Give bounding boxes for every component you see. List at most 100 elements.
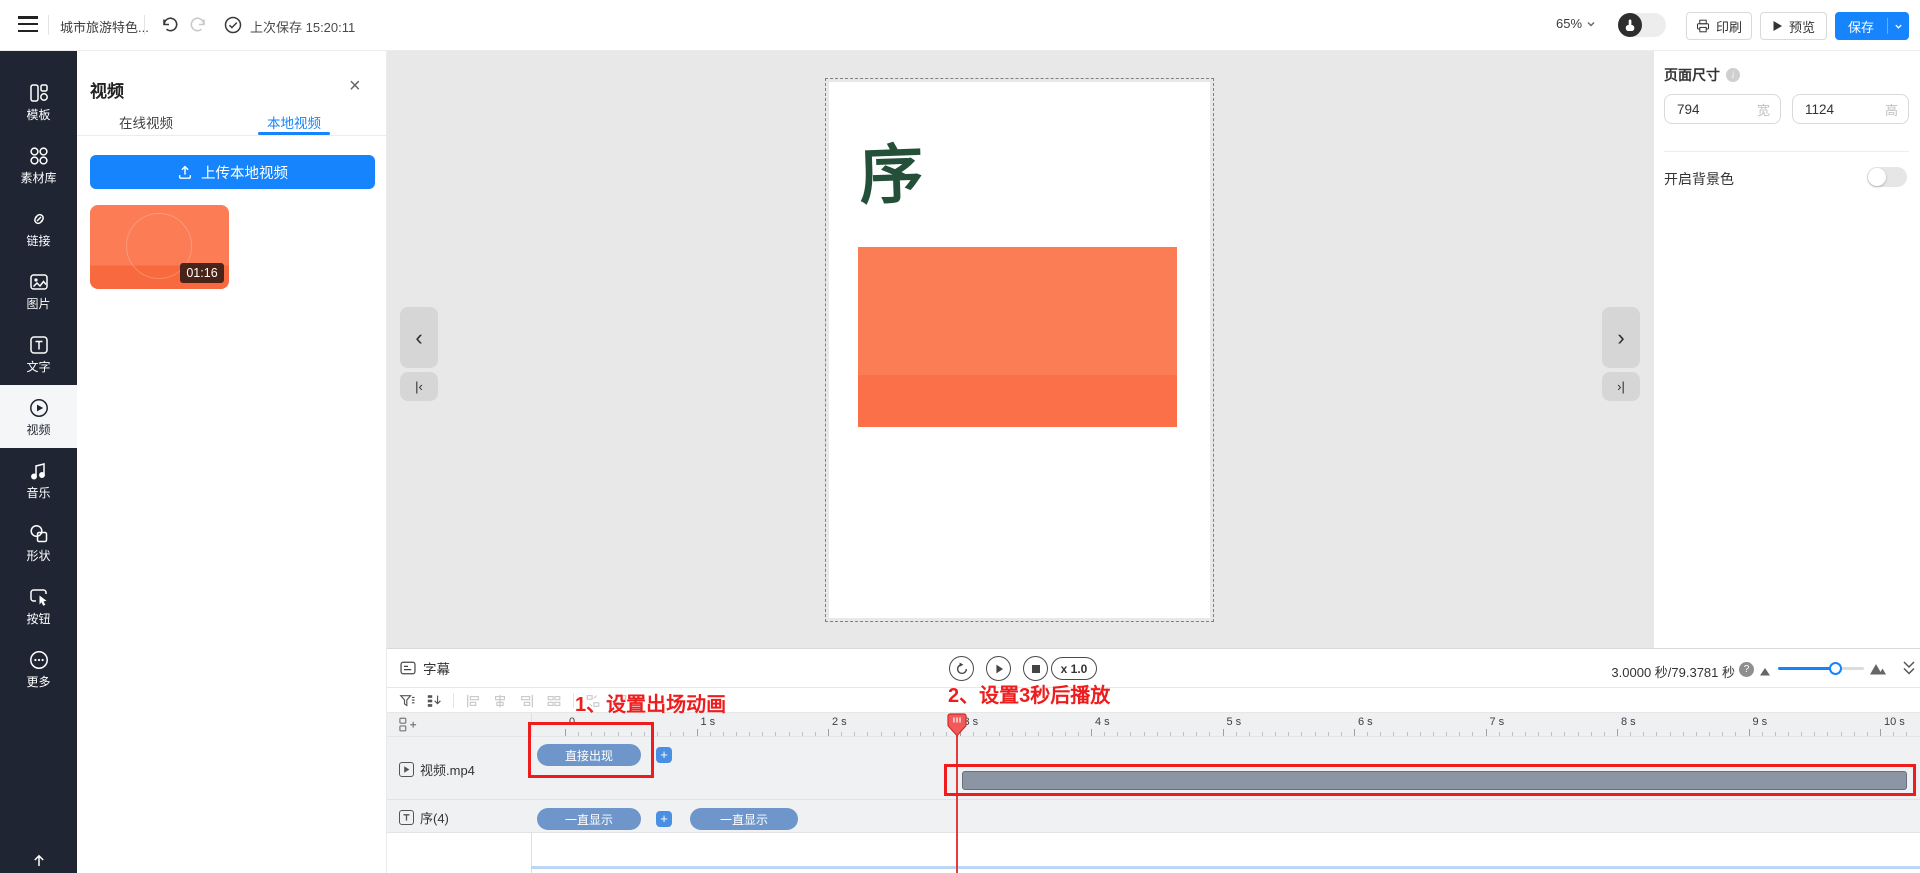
background-color-toggle[interactable] xyxy=(1867,167,1907,187)
help-icon[interactable]: ? xyxy=(1739,662,1754,677)
page-width-input[interactable]: 794 宽 xyxy=(1664,94,1781,124)
redo-icon[interactable] xyxy=(190,15,210,35)
ruler-tick xyxy=(670,732,671,736)
ruler-tick xyxy=(1617,729,1618,736)
annotation-step2-text: 2、设置3秒后播放 xyxy=(948,679,1110,708)
subtitle-section[interactable]: 字幕 xyxy=(399,658,450,678)
left-sidebar: 模板 素材库 链接 图片 文字 视频 音乐 形状 xyxy=(0,51,77,873)
save-label: 保存 xyxy=(1835,17,1887,36)
add-animation-button[interactable]: + xyxy=(656,747,672,763)
ruler-tick xyxy=(1775,732,1776,736)
divider xyxy=(48,15,49,35)
ruler-tick xyxy=(973,732,974,736)
first-page-button[interactable]: |‹ xyxy=(400,372,438,401)
ruler-tick xyxy=(1827,732,1828,736)
save-button[interactable]: 保存 xyxy=(1835,12,1909,40)
ruler-tick xyxy=(683,732,684,736)
sidebar-item-assets[interactable]: 素材库 xyxy=(0,133,77,196)
chevron-down-icon xyxy=(1586,19,1596,29)
align-left-icon[interactable] xyxy=(465,693,481,709)
preview-button[interactable]: 预览 xyxy=(1760,12,1827,40)
ruler-tick xyxy=(1604,732,1605,736)
sidebar-item-text[interactable]: 文字 xyxy=(0,322,77,385)
page-title-character[interactable]: 序 xyxy=(857,123,924,217)
upload-icon xyxy=(177,164,193,180)
info-icon[interactable]: i xyxy=(1726,68,1740,82)
ruler-tick xyxy=(1117,732,1118,736)
batch-edit-icon[interactable] xyxy=(426,693,442,709)
divider xyxy=(77,135,386,136)
ruler-tick xyxy=(802,732,803,736)
ruler-tick xyxy=(1223,729,1224,736)
playhead-pin[interactable] xyxy=(947,713,967,737)
sidebar-item-video[interactable]: 视频 xyxy=(0,385,77,448)
save-dropdown[interactable] xyxy=(1888,22,1909,31)
hamburger-menu-icon[interactable] xyxy=(18,16,38,32)
filter-icon[interactable] xyxy=(399,693,415,709)
add-track-icon[interactable] xyxy=(399,717,417,733)
sidebar-item-templates[interactable]: 模板 xyxy=(0,70,77,133)
animation-chip-always-show-1[interactable]: 一直显示 xyxy=(537,808,641,830)
undo-icon[interactable] xyxy=(158,15,178,35)
ruler-tick xyxy=(815,732,816,736)
prev-page-button[interactable]: ‹ xyxy=(400,307,438,368)
collapse-timeline-icon[interactable] xyxy=(1901,659,1917,677)
play-button[interactable] xyxy=(986,656,1011,681)
slider-knob[interactable] xyxy=(1829,662,1842,675)
ruler-tick xyxy=(1749,729,1750,736)
ruler-tick xyxy=(1196,732,1197,736)
video-thumbnail[interactable]: 01:16 xyxy=(90,205,229,289)
sidebar-item-shapes[interactable]: 形状 xyxy=(0,511,77,574)
timeline-zoom-slider[interactable] xyxy=(1778,667,1864,670)
playhead-line xyxy=(956,735,958,873)
ruler-tick xyxy=(867,732,868,736)
tab-online-video[interactable]: 在线视频 xyxy=(119,112,173,132)
page-height-input[interactable]: 1124 高 xyxy=(1792,94,1909,124)
zoom-select[interactable]: 65% xyxy=(1556,16,1596,31)
ruler-tick xyxy=(1630,732,1631,736)
ruler-label: 2 s xyxy=(832,716,847,728)
restart-button[interactable] xyxy=(949,656,974,681)
zoom-out-timeline-icon[interactable] xyxy=(1759,667,1771,676)
stop-button[interactable] xyxy=(1023,656,1048,681)
tab-local-video[interactable]: 本地视频 xyxy=(267,112,321,132)
zoom-in-timeline-icon[interactable] xyxy=(1869,662,1886,675)
ruler-tick xyxy=(1841,732,1842,736)
annotation-step1-rect xyxy=(528,722,654,778)
playback-speed[interactable]: x 1.0 xyxy=(1051,657,1097,680)
video-icon xyxy=(28,397,50,419)
align-justify-icon[interactable] xyxy=(546,693,562,709)
ruler-tick xyxy=(697,729,698,736)
sidebar-item-buttons[interactable]: 按钮 xyxy=(0,574,77,637)
ruler-tick xyxy=(1512,732,1513,736)
animation-chip-always-show-2[interactable]: 一直显示 xyxy=(690,808,798,830)
ruler-tick xyxy=(736,732,737,736)
subtitle-icon xyxy=(399,659,417,677)
page[interactable]: 序 xyxy=(829,82,1210,618)
ruler-tick xyxy=(657,732,658,736)
sidebar-item-upload-partial[interactable] xyxy=(0,840,77,873)
sidebar-item-images[interactable]: 图片 xyxy=(0,259,77,322)
sidebar-item-links[interactable]: 链接 xyxy=(0,196,77,259)
align-right-icon[interactable] xyxy=(519,693,535,709)
ruler-tick xyxy=(1157,732,1158,736)
mode-toggle[interactable] xyxy=(1618,13,1666,37)
timeline-scrollbar[interactable] xyxy=(531,866,1920,869)
top-bar: 城市旅游特色... 上次保存 15:20:11 65% 印刷 预览 xyxy=(0,0,1920,51)
last-page-button[interactable]: ›| xyxy=(1602,372,1640,401)
print-button[interactable]: 印刷 xyxy=(1686,12,1752,40)
video-placeholder-rect[interactable] xyxy=(858,247,1177,427)
align-center-icon[interactable] xyxy=(492,693,508,709)
sidebar-item-music[interactable]: 音乐 xyxy=(0,448,77,511)
ruler-tick xyxy=(1104,732,1105,736)
upload-local-video-button[interactable]: 上传本地视频 xyxy=(90,155,375,189)
next-page-button[interactable]: › xyxy=(1602,307,1640,368)
document-title[interactable]: 城市旅游特色... xyxy=(60,17,149,36)
ruler-tick xyxy=(1486,729,1487,736)
sidebar-item-more[interactable]: 更多 xyxy=(0,637,77,700)
ruler-tick xyxy=(841,732,842,736)
printer-icon xyxy=(1696,19,1710,33)
add-animation-button-2[interactable]: + xyxy=(656,811,672,827)
close-icon[interactable]: × xyxy=(349,77,361,95)
ruler-tick xyxy=(1696,732,1697,736)
